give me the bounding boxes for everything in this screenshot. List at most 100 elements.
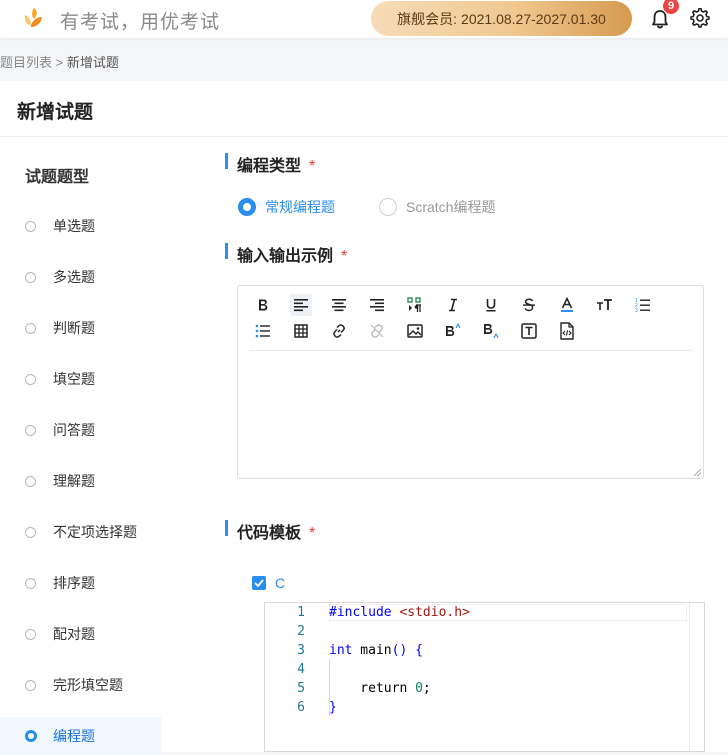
ordered-list-icon[interactable]: 123 <box>632 294 654 316</box>
radio-dot-icon <box>25 322 36 334</box>
superscript-icon[interactable] <box>442 320 464 342</box>
link-icon[interactable] <box>328 320 350 342</box>
font-color-icon[interactable] <box>556 294 578 316</box>
subscript-icon[interactable] <box>480 320 502 342</box>
radio-scratch-programming[interactable]: Scratch编程题 <box>379 197 495 217</box>
membership-period: 2021.08.27-2027.01.30 <box>461 10 606 27</box>
question-type-label: 配对题 <box>53 626 95 642</box>
unordered-list-icon[interactable] <box>252 320 274 342</box>
app-slogan: 有考试，用优考试 <box>60 12 221 33</box>
radio-dot-icon <box>25 577 36 589</box>
radio-regular-programming[interactable]: 常规编程题 <box>238 197 335 217</box>
svg-text:3: 3 <box>635 308 638 313</box>
align-center-icon[interactable] <box>328 294 350 316</box>
question-type-single-choice[interactable]: 单选题 <box>0 207 161 245</box>
logo-icon <box>24 8 42 27</box>
membership-badge[interactable]: 旗舰会员: 2021.08.27-2027.01.30 <box>371 1 632 36</box>
question-type-multiple-choice[interactable]: 多选题 <box>0 258 161 296</box>
question-type-label: 多选题 <box>53 269 95 285</box>
section-io-example: 输入输出示例 * <box>225 242 347 266</box>
radio-dot-icon <box>25 526 36 538</box>
code-token-include-file: <stdio.h> <box>399 605 470 620</box>
breadcrumb-separator: > <box>55 55 64 70</box>
top-header: 有考试，用优考试 旗舰会员: 2021.08.27-2027.01.30 9 <box>0 0 728 38</box>
page-title: 新增试题 <box>17 102 94 123</box>
font-size-icon[interactable] <box>594 294 616 316</box>
question-types-title: 试题题型 <box>25 169 90 186</box>
image-icon[interactable] <box>404 320 426 342</box>
resize-handle-icon[interactable] <box>694 469 701 476</box>
question-type-indefinite-choice[interactable]: 不定项选择题 <box>0 513 161 551</box>
unlink-icon[interactable] <box>366 320 388 342</box>
radio-label: 常规编程题 <box>265 199 335 215</box>
code-line: } <box>329 700 337 715</box>
question-type-label: 编程题 <box>53 728 95 744</box>
question-type-true-false[interactable]: 判断题 <box>0 309 161 347</box>
question-type-label: 排序题 <box>53 575 95 591</box>
underline-icon[interactable] <box>480 294 502 316</box>
code-line: #include <stdio.h> <box>329 605 470 620</box>
question-type-essay[interactable]: 问答题 <box>0 411 161 449</box>
code-line: return 0; <box>329 681 431 696</box>
question-type-cloze[interactable]: 完形填空题 <box>0 666 161 704</box>
breadcrumb: 题目列表 > 新增试题 <box>0 52 119 71</box>
code-editor-scrollbar[interactable] <box>689 603 704 751</box>
settings-gear-icon[interactable] <box>690 8 710 28</box>
section-code-template: 代码模板 * <box>225 519 315 543</box>
language-checkbox-c[interactable]: C <box>252 575 285 591</box>
paragraph-mark-icon[interactable] <box>404 294 426 316</box>
radio-label: Scratch编程题 <box>406 199 496 215</box>
text-box-icon[interactable] <box>518 320 540 342</box>
radio-dot-icon <box>25 271 36 283</box>
checkbox-checked-icon <box>252 576 266 590</box>
italic-icon[interactable] <box>442 294 464 316</box>
section-title: 编程类型 <box>237 158 302 175</box>
required-mark: * <box>341 248 348 265</box>
required-mark: * <box>309 158 316 175</box>
line-number: 2 <box>297 624 305 639</box>
title-divider <box>0 136 728 137</box>
code-token-paren: () <box>391 643 408 658</box>
radio-dot-icon <box>25 373 36 385</box>
radio-dot-icon <box>25 424 36 436</box>
question-type-comprehension[interactable]: 理解题 <box>0 462 161 500</box>
radio-unchecked-icon <box>379 198 397 216</box>
code-token-directive: #include <box>329 605 392 620</box>
breadcrumb-link-question-list[interactable]: 题目列表 <box>0 55 52 70</box>
question-type-programming[interactable]: 编程题 <box>0 717 161 755</box>
code-token-brace: } <box>329 700 337 715</box>
radio-checked-icon <box>238 198 256 216</box>
notification-count-badge: 9 <box>662 0 680 15</box>
question-type-label: 理解题 <box>53 473 95 489</box>
rich-text-editor[interactable]: 123 <box>237 285 704 479</box>
table-icon[interactable] <box>290 320 312 342</box>
code-token-brace: { <box>415 643 423 658</box>
radio-dot-icon <box>25 628 36 640</box>
code-token-keyword: int <box>329 643 353 658</box>
question-type-ordering[interactable]: 排序题 <box>0 564 161 602</box>
section-title: 输入输出示例 <box>237 248 334 265</box>
required-mark: * <box>309 525 316 542</box>
align-left-icon[interactable] <box>290 294 312 316</box>
code-token-number: 0 <box>415 681 423 696</box>
strikethrough-icon[interactable] <box>518 294 540 316</box>
breadcrumb-current: 新增试题 <box>66 55 119 70</box>
code-editor[interactable]: 1 2 3 4 5 6 #include <stdio.h> int main(… <box>264 602 705 752</box>
question-type-label: 判断题 <box>53 320 95 336</box>
align-right-icon[interactable] <box>366 294 388 316</box>
bold-icon[interactable] <box>252 294 274 316</box>
section-title: 代码模板 <box>237 525 302 542</box>
question-type-label: 填空题 <box>53 371 95 387</box>
section-programming-type: 编程类型 * <box>225 152 315 176</box>
question-type-label: 单选题 <box>53 218 95 234</box>
radio-dot-icon <box>25 475 36 487</box>
question-type-fill-blank[interactable]: 填空题 <box>0 360 161 398</box>
line-number: 6 <box>297 700 305 715</box>
question-type-matching[interactable]: 配对题 <box>0 615 161 653</box>
code-file-icon[interactable] <box>556 320 578 342</box>
radio-dot-icon <box>25 679 36 691</box>
question-type-label: 完形填空题 <box>53 677 123 693</box>
radio-dot-icon <box>25 220 36 232</box>
language-label: C <box>275 575 286 591</box>
question-type-label: 不定项选择题 <box>53 524 137 540</box>
